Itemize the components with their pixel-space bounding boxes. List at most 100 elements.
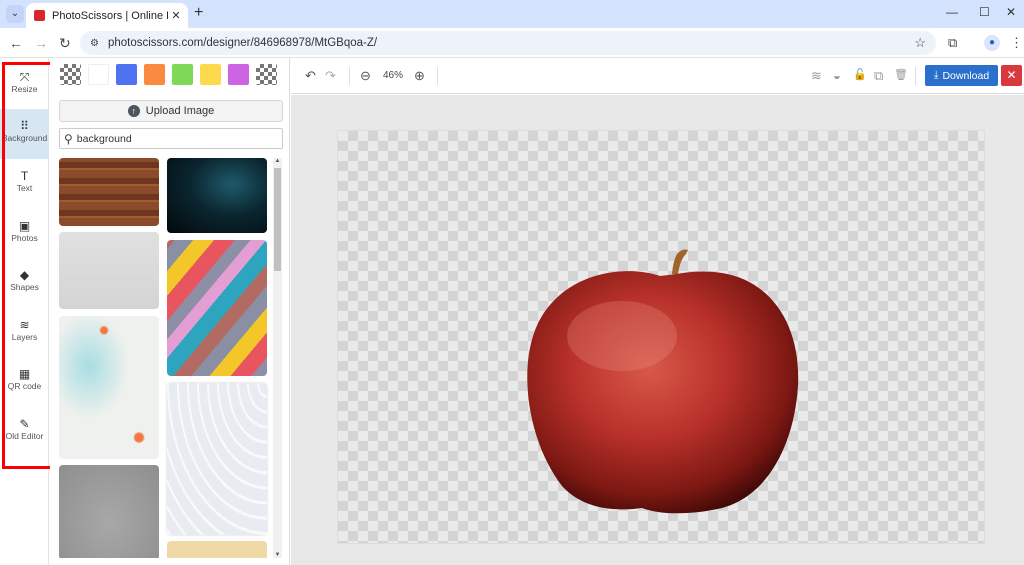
editor-toolbar: ↶ ↷ ⊖ 46% ⊕ ≋ ◒ 🔓 ⧉ 🗑 ⤓ Download ✕ — [291, 58, 1024, 94]
transparent-canvas[interactable] — [337, 130, 985, 544]
grid-icon: ⠿ — [20, 119, 29, 133]
apple-highlight — [567, 301, 677, 371]
upload-image-button[interactable]: ↑ Upload Image — [59, 100, 283, 122]
nav-item-photos[interactable]: ▣ Photos — [0, 209, 49, 259]
nav-label: Photos — [11, 233, 38, 243]
nav-item-qr-code[interactable]: ▦ QR code — [0, 357, 49, 407]
apple-stem — [672, 249, 688, 274]
url-text[interactable]: photoscissors.com/designer/846968978/MtG… — [108, 37, 377, 49]
browser-menu-icon[interactable]: ⋮ — [1010, 35, 1023, 51]
delete-icon[interactable]: 🗑 — [894, 68, 908, 81]
favicon-icon — [34, 10, 45, 21]
swatch-transparent[interactable] — [60, 64, 81, 85]
thumbnails-scrollbar[interactable]: ▲ ▼ — [273, 158, 282, 558]
profile-avatar[interactable]: ● — [984, 35, 1000, 51]
swatch-orange[interactable] — [144, 64, 165, 85]
nav-item-resize[interactable]: ⤧ Resize — [0, 60, 49, 110]
color-swatches — [60, 64, 277, 85]
swatch-yellow[interactable] — [200, 64, 221, 85]
nav-label: Layers — [11, 332, 38, 342]
zoom-in-icon[interactable]: ⊕ — [414, 68, 425, 84]
thumb-gray-concrete[interactable] — [59, 465, 159, 558]
reload-button[interactable]: ↻ — [59, 35, 71, 52]
thumb-wood-planks[interactable] — [59, 158, 159, 226]
undo-icon[interactable]: ↶ — [305, 68, 316, 84]
extensions-icon[interactable]: ⧉ — [948, 35, 957, 51]
nav-label: QR code — [7, 381, 42, 391]
nav-item-background[interactable]: ⠿ Background — [0, 109, 49, 159]
thumb-white-texture[interactable] — [59, 232, 159, 309]
new-tab-button[interactable]: + — [194, 4, 203, 22]
qr-code-icon: ▦ — [18, 367, 31, 381]
thumb-dark-teal-sky[interactable] — [167, 158, 267, 233]
upload-arrow-icon: ↑ — [127, 105, 140, 117]
resize-icon: ⤧ — [19, 70, 30, 84]
divider — [349, 67, 350, 85]
scroll-up-icon[interactable]: ▲ — [273, 158, 282, 164]
thumb-colorful-planks[interactable] — [167, 240, 267, 376]
nav-item-layers[interactable]: ≋ Layers — [0, 308, 49, 358]
layers-icon[interactable]: ≋ — [811, 68, 822, 84]
nav-label: Resize — [11, 84, 38, 94]
nav-item-shapes[interactable]: ◆ Shapes — [0, 258, 49, 308]
tab-list-button[interactable]: ⌄ — [6, 5, 24, 23]
background-thumbnails — [59, 158, 275, 558]
text-icon: T — [20, 169, 29, 183]
zoom-out-icon[interactable]: ⊖ — [360, 68, 371, 84]
bookmark-star-icon[interactable]: ☆ — [914, 35, 926, 51]
apple-image[interactable] — [522, 246, 799, 516]
image-icon: ▣ — [18, 219, 31, 233]
nav-item-text[interactable]: T Text — [0, 159, 49, 209]
back-button[interactable]: ← — [9, 35, 23, 51]
nav-label: Shapes — [10, 282, 39, 292]
address-bar-row: ← → ↻ ⚙ photoscissors.com/designer/84696… — [0, 28, 1024, 58]
search-icon: ⚲ — [64, 131, 73, 146]
forward-button[interactable]: → — [34, 35, 48, 51]
url-bar[interactable]: ⚙ photoscissors.com/designer/846968978/M… — [80, 31, 936, 55]
canvas-stage — [291, 95, 1024, 565]
thumb-watercolor[interactable] — [59, 316, 159, 459]
swatch-pattern[interactable] — [256, 64, 277, 85]
maximize-button[interactable]: ☐ — [979, 5, 990, 19]
scrollbar-thumb[interactable] — [274, 168, 281, 271]
search-input[interactable] — [76, 132, 267, 145]
swatch-blue[interactable] — [116, 64, 137, 85]
nav-item-old-editor[interactable]: ✎ Old Editor — [0, 407, 49, 457]
nav-label: Background — [1, 133, 48, 143]
upload-label: Upload Image — [145, 105, 215, 117]
tab-close-icon[interactable]: ✕ — [168, 9, 184, 22]
apple-body — [527, 271, 799, 514]
layers-icon: ≋ — [19, 318, 30, 332]
background-search[interactable]: ⚲ — [59, 128, 283, 149]
shapes-icon: ◆ — [19, 268, 30, 282]
swatch-purple[interactable] — [228, 64, 249, 85]
background-panel: ↑ Upload Image ⚲ ▲ ▼ — [50, 58, 290, 565]
lock-icon[interactable]: 🔓 — [853, 68, 867, 81]
left-nav: ⤧ Resize ⠿ Background T Text ▣ Photos ◆ … — [0, 58, 49, 565]
swatch-green[interactable] — [172, 64, 193, 85]
scroll-down-icon[interactable]: ▼ — [273, 552, 282, 558]
thumb-white-waves[interactable] — [167, 383, 267, 535]
thumb-beige-texture[interactable] — [167, 541, 267, 558]
browser-tab[interactable]: PhotoScissors | Online Backgro ✕ — [26, 3, 188, 28]
divider — [915, 67, 916, 85]
tab-title: PhotoScissors | Online Backgro — [52, 9, 168, 22]
browser-tab-strip: ⌄ PhotoScissors | Online Backgro ✕ + — ☐… — [0, 0, 1024, 28]
redo-icon[interactable]: ↷ — [325, 68, 336, 84]
swatch-white[interactable] — [88, 64, 109, 85]
minimize-button[interactable]: — — [946, 5, 958, 19]
download-button[interactable]: ⤓ Download — [925, 65, 998, 86]
nav-label: Old Editor — [5, 431, 44, 441]
edit-icon: ✎ — [19, 417, 30, 431]
download-icon: ⤓ — [933, 69, 939, 81]
zoom-level: 46% — [383, 70, 404, 81]
nav-label: Text — [16, 183, 33, 193]
opacity-icon[interactable]: ◒ — [833, 68, 841, 83]
photoscissors-designer: ⤧ Resize ⠿ Background T Text ▣ Photos ◆ … — [0, 58, 1024, 565]
divider — [437, 67, 438, 85]
duplicate-icon[interactable]: ⧉ — [874, 68, 883, 84]
site-info-icon[interactable]: ⚙ — [90, 38, 99, 49]
window-close-button[interactable]: ✕ — [1006, 5, 1016, 19]
download-label: Download — [942, 69, 990, 82]
close-editor-button[interactable]: ✕ — [1001, 65, 1022, 86]
